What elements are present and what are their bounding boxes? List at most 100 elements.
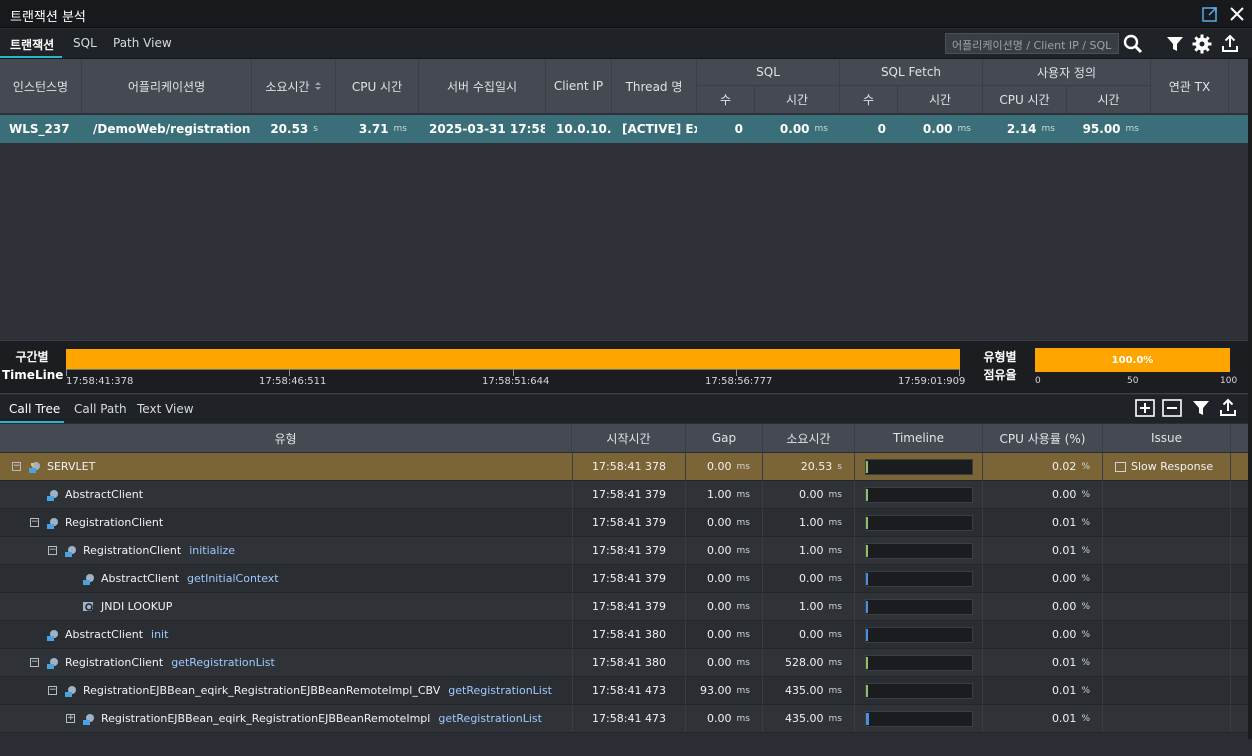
- collapse-toggle[interactable]: −: [12, 462, 21, 471]
- cpu-cell: 0.00%: [983, 481, 1103, 508]
- method-name: init: [151, 628, 169, 641]
- collapse-toggle[interactable]: −: [48, 686, 57, 695]
- tab-text-view[interactable]: Text View: [137, 402, 194, 416]
- tab-sql[interactable]: SQL: [73, 36, 97, 50]
- unit-label: ms: [736, 657, 750, 668]
- type-share-label-line1: 유형별: [983, 350, 1017, 364]
- col-start-time[interactable]: 시작시간: [572, 424, 686, 452]
- tab-call-path[interactable]: Call Path: [74, 402, 127, 416]
- expand-all-icon[interactable]: [1134, 397, 1156, 419]
- col-app[interactable]: 어플리케이션명: [82, 59, 252, 113]
- issue-cell[interactable]: Slow Response: [1103, 453, 1231, 480]
- timeline-cell: [855, 593, 983, 620]
- filter-icon[interactable]: [1190, 397, 1212, 419]
- calltree-row[interactable]: − RegistrationClient 17:58:41 379 0.00 ms…: [0, 509, 1248, 537]
- unit-label: ms: [736, 713, 750, 724]
- timeline-bar[interactable]: [66, 349, 960, 369]
- elapsed-value: 435.00: [785, 712, 824, 725]
- col-gap[interactable]: Gap: [686, 424, 763, 452]
- class-icon: [65, 545, 76, 557]
- cell-elapsed-value: 20.53: [270, 122, 309, 136]
- collapse-all-icon[interactable]: [1161, 397, 1183, 419]
- vertical-scrollbar[interactable]: [1248, 59, 1252, 739]
- calltree-row[interactable]: − RegistrationClient getRegistrationList…: [0, 649, 1248, 677]
- sort-icon: [314, 82, 321, 90]
- export-icon[interactable]: [1219, 33, 1241, 55]
- timeline-tick: [959, 369, 960, 376]
- col-thread[interactable]: Thread 명: [612, 59, 697, 113]
- timeline-track: [864, 514, 973, 531]
- col-timeline[interactable]: Timeline: [855, 424, 983, 452]
- unit-label: %: [1081, 489, 1090, 500]
- col-elapsed[interactable]: 소요시간: [252, 59, 336, 113]
- calltree-row[interactable]: AbstractClient 17:58:41 379 1.00 ms 0.00 m…: [0, 481, 1248, 509]
- unit-label: ms: [828, 601, 842, 612]
- col-type[interactable]: 유형: [0, 424, 572, 452]
- close-icon[interactable]: [1228, 5, 1246, 23]
- timeline-tick: [289, 369, 290, 376]
- timeline-marker: [865, 628, 868, 641]
- filter-icon[interactable]: [1164, 33, 1186, 55]
- transaction-row[interactable]: WLS_237 /DemoWeb/registration.jsp 20.53 s…: [0, 115, 1248, 143]
- issue-cell: [1103, 649, 1231, 676]
- calltree-row[interactable]: AbstractClient init 17:58:41 380 0.00 ms …: [0, 621, 1248, 649]
- col-user-cpu[interactable]: CPU 시간: [983, 85, 1067, 113]
- calltree-row[interactable]: + RegistrationEJBBean_eqirk_Registration…: [0, 705, 1248, 733]
- timeline-panel: 구간별 TimeLine 17:58:41:378 17:58:46:511 1…: [0, 340, 1248, 394]
- gap-cell: 0.00 ms: [686, 621, 763, 648]
- timeline-marker: [865, 656, 868, 669]
- popout-icon[interactable]: [1201, 5, 1219, 23]
- elapsed-cell: 1.00 ms: [763, 593, 855, 620]
- cell-elapsed: 20.53 s: [252, 115, 336, 143]
- top-tab-bar: 트랜잭션 SQL Path View 어플리케이션명 / Client IP /…: [0, 29, 1252, 59]
- collapse-toggle[interactable]: −: [30, 518, 39, 527]
- calltree-row[interactable]: AbstractClient getInitialContext 17:58:4…: [0, 565, 1248, 593]
- calltree-row[interactable]: − SERVLET 17:58:41 378 0.00 ms 20.53 s 0.0…: [0, 453, 1248, 481]
- unit-label: %: [1081, 545, 1090, 556]
- col-client-ip[interactable]: Client IP: [546, 59, 612, 113]
- col-instance[interactable]: 인스턴스명: [0, 59, 82, 113]
- export-icon[interactable]: [1217, 397, 1239, 419]
- col-cpu[interactable]: CPU 시간: [336, 59, 419, 113]
- search-icon[interactable]: [1122, 33, 1144, 55]
- search-input[interactable]: 어플리케이션명 / Client IP / SQL: [945, 33, 1119, 54]
- col-related-tx[interactable]: 연관 TX: [1151, 59, 1229, 113]
- tab-call-tree[interactable]: Call Tree: [9, 402, 60, 416]
- calltree-row[interactable]: JNDI LOOKUP 17:58:41 379 0.00 ms 1.00 ms 0…: [0, 593, 1248, 621]
- method-class: SERVLET: [47, 460, 96, 473]
- col-collected[interactable]: 서버 수집일시: [419, 59, 546, 113]
- method-class: RegistrationEJBBean_eqirk_RegistrationEJ…: [101, 712, 431, 725]
- type-share-bar[interactable]: 100.0%: [1035, 348, 1230, 372]
- col-fetch-time[interactable]: 시간: [898, 85, 983, 113]
- transaction-table: 인스턴스명 어플리케이션명 소요시간 CPU 시간 서버 수집일시 Client…: [0, 59, 1248, 339]
- calltree-row[interactable]: − RegistrationEJBBean_eqirk_Registration…: [0, 677, 1248, 705]
- calltree-row[interactable]: − RegistrationClient initialize 17:58:41…: [0, 537, 1248, 565]
- expand-toggle[interactable]: +: [66, 714, 75, 723]
- gap-value: 0.00: [707, 516, 732, 529]
- class-icon: [47, 517, 58, 529]
- cpu-value: 0.00: [1051, 600, 1077, 613]
- col-issue[interactable]: Issue: [1103, 424, 1231, 452]
- cell-sql-time-value: 0.00: [779, 122, 810, 136]
- col-cpu-usage[interactable]: CPU 사용률 (%): [983, 424, 1103, 452]
- class-icon: [47, 657, 58, 669]
- elapsed-cell: 435.00 ms: [763, 705, 855, 732]
- tab-transaction[interactable]: 트랜잭션: [10, 36, 54, 53]
- type-cell: + RegistrationEJBBean_eqirk_Registration…: [66, 705, 572, 732]
- tab-path-view[interactable]: Path View: [113, 36, 172, 50]
- col-elapsed-time[interactable]: 소요시간: [763, 424, 855, 452]
- col-user-time[interactable]: 시간: [1067, 85, 1151, 113]
- timeline-track: [864, 570, 973, 587]
- method-name: getRegistrationList: [438, 712, 542, 725]
- col-sql-time[interactable]: 시간: [755, 85, 840, 113]
- collapse-toggle[interactable]: −: [30, 658, 39, 667]
- timeline-cell: [855, 649, 983, 676]
- unit-label: ms: [828, 657, 842, 668]
- col-sql-count[interactable]: 수: [697, 85, 755, 113]
- active-tab-indicator: [0, 56, 62, 58]
- collapse-toggle[interactable]: −: [48, 546, 57, 555]
- col-fetch-count[interactable]: 수: [840, 85, 898, 113]
- gear-icon[interactable]: [1191, 33, 1213, 55]
- start-cell: 17:58:41 379: [572, 593, 686, 620]
- cpu-value: 0.00: [1051, 572, 1077, 585]
